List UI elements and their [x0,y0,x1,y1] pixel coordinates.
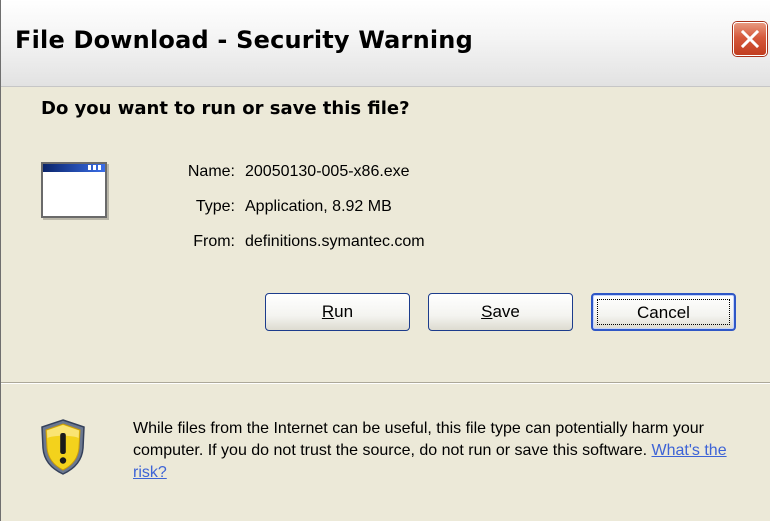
name-label: Name: [187,163,235,180]
from-label: From: [193,233,235,250]
warning-text: While files from the Internet can be use… [133,420,704,459]
security-warning-message: While files from the Internet can be use… [133,418,763,484]
focus-rectangle [597,299,730,325]
separator [1,382,770,384]
save-button[interactable]: Save [428,293,573,331]
security-shield-warning-icon [41,419,85,475]
save-label-rest: ave [492,302,520,321]
run-accesskey: R [321,302,335,321]
cancel-button[interactable]: Cancel [591,293,736,331]
close-button[interactable] [733,22,767,56]
run-label-rest: un [334,302,354,321]
file-download-dialog: File Download - Security Warning Do you … [0,0,770,521]
type-label: Type: [195,198,235,215]
run-button[interactable]: Run [265,293,410,331]
dialog-question: Do you want to run or save this file? [41,98,410,119]
window-title: File Download - Security Warning [15,26,473,54]
file-source-value: definitions.symantec.com [245,233,425,250]
save-accesskey: S [481,302,493,321]
title-bar[interactable]: File Download - Security Warning [1,0,770,87]
close-icon [740,29,760,49]
file-type-value: Application, 8.92 MB [245,198,392,215]
file-name-value: 20050130-005-x86.exe [245,163,410,180]
